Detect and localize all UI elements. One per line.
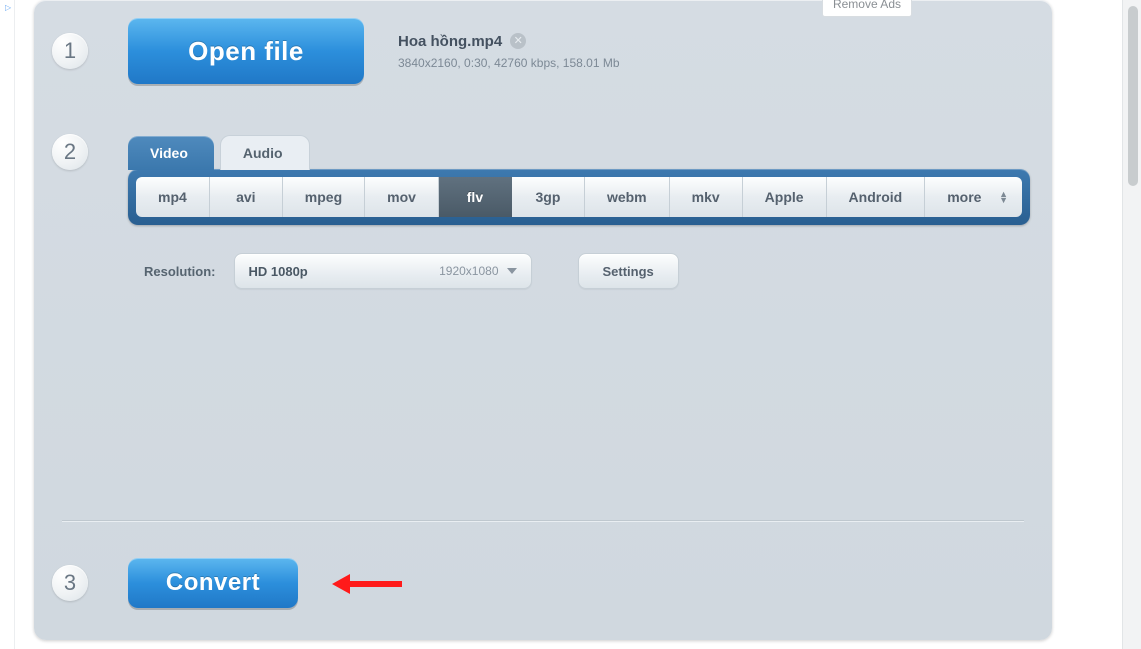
step-2-badge: 2 — [52, 134, 88, 170]
format-webm[interactable]: webm — [585, 177, 670, 217]
resolution-select[interactable]: HD 1080p 1920x1080 — [234, 253, 532, 289]
format-mkv[interactable]: mkv — [670, 177, 743, 217]
open-file-button[interactable]: Open file — [128, 18, 364, 84]
annotation-arrow — [332, 574, 402, 594]
format-flv[interactable]: flv — [439, 177, 512, 217]
adchoices-icon[interactable]: ▷ — [5, 3, 11, 12]
format-mp4[interactable]: mp4 — [136, 177, 210, 217]
file-info: Hoa hồng.mp4 ✕ 3840x2160, 0:30, 42760 kb… — [398, 33, 620, 70]
step-2-block: 2 Video Audio mp4avimpegmovflv3gpwebmmkv… — [52, 134, 1030, 289]
chevron-down-icon — [507, 268, 517, 274]
section-divider — [62, 520, 1024, 522]
tab-audio[interactable]: Audio — [220, 135, 310, 170]
format-mpeg[interactable]: mpeg — [283, 177, 365, 217]
output-type-tabs: Video Audio — [128, 135, 310, 170]
resolution-label: Resolution: — [144, 264, 216, 279]
format-mov[interactable]: mov — [365, 177, 439, 217]
convert-button[interactable]: Convert — [128, 558, 298, 608]
step-1-badge: 1 — [52, 33, 88, 69]
format-more[interactable]: more ▲▼ — [925, 177, 1022, 217]
format-bar: mp4avimpegmovflv3gpwebmmkvAppleAndroidmo… — [128, 169, 1030, 225]
resolution-name: HD 1080p — [249, 264, 308, 279]
format-3gp[interactable]: 3gp — [512, 177, 585, 217]
step-3-badge: 3 — [52, 565, 88, 601]
step-1-row: 1 Open file Hoa hồng.mp4 ✕ 3840x2160, 0:… — [52, 18, 620, 84]
format-more-label: more — [947, 189, 981, 205]
tab-video[interactable]: Video — [128, 136, 214, 170]
format-apple[interactable]: Apple — [743, 177, 827, 217]
updown-icon: ▲▼ — [999, 191, 1008, 203]
remove-ads-link[interactable]: Remove Ads — [822, 0, 912, 17]
remove-file-icon[interactable]: ✕ — [510, 33, 526, 49]
format-avi[interactable]: avi — [210, 177, 283, 217]
page-scrollbar[interactable] — [1122, 0, 1141, 649]
file-meta: 3840x2160, 0:30, 42760 kbps, 158.01 Mb — [398, 56, 620, 70]
scrollbar-thumb[interactable] — [1128, 6, 1138, 186]
resolution-dim: 1920x1080 — [439, 264, 498, 278]
format-android[interactable]: Android — [827, 177, 926, 217]
step-3-row: 3 Convert — [52, 558, 298, 608]
file-name: Hoa hồng.mp4 — [398, 33, 502, 50]
settings-button[interactable]: Settings — [578, 253, 679, 289]
converter-panel: Remove Ads 1 Open file Hoa hồng.mp4 ✕ 38… — [34, 0, 1052, 640]
